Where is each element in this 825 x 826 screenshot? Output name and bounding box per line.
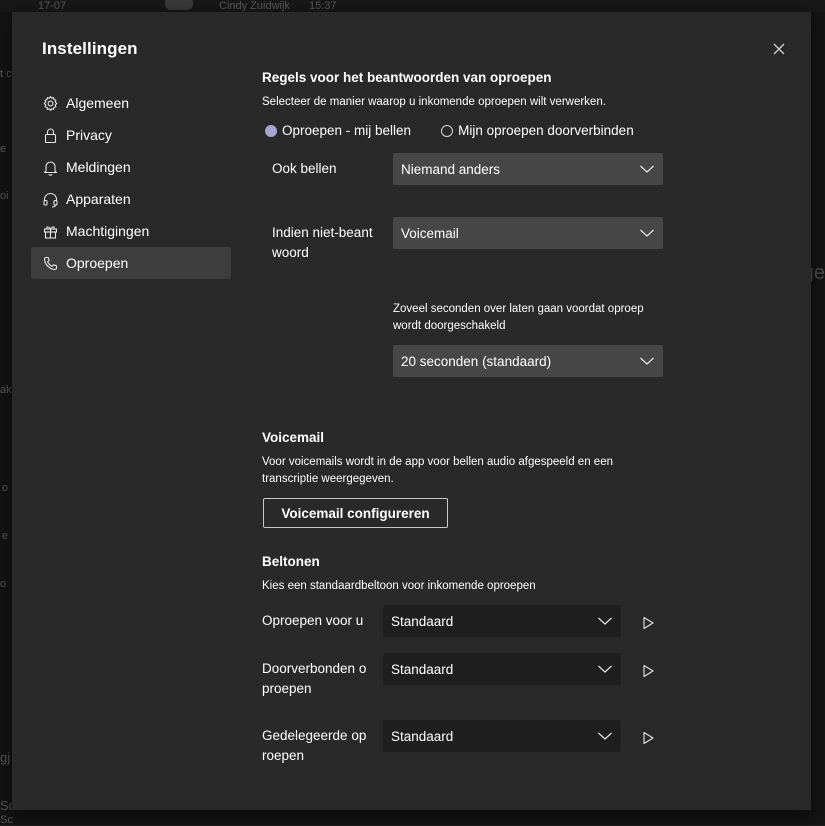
chevron-down-icon bbox=[639, 161, 655, 177]
ringtones-heading: Beltonen bbox=[262, 554, 320, 569]
play-icon bbox=[643, 731, 654, 745]
ringtones-description: Kies een standaardbeltoon voor inkomende… bbox=[262, 580, 536, 592]
play-ringtone-button[interactable] bbox=[641, 664, 655, 678]
sidebar-item-oproepen[interactable]: Oproepen bbox=[31, 247, 231, 279]
call-handling-radio-group: Oproepen - mij bellen Mijn oproepen door… bbox=[265, 123, 664, 138]
background-date: 17-07 bbox=[38, 0, 67, 12]
background-fragment: t c bbox=[0, 68, 12, 80]
background-topbar bbox=[0, 0, 825, 12]
ringtone-label-delegated-calls: Gedelegeerde op roepen bbox=[262, 728, 367, 763]
ringtone-dropdown-delegated-calls[interactable]: Standaard bbox=[383, 720, 621, 752]
unanswered-label: Indien niet-beant woord bbox=[272, 225, 373, 260]
play-ringtone-button[interactable] bbox=[641, 616, 655, 630]
chevron-down-icon bbox=[597, 613, 613, 629]
sidebar-item-label: Apparaten bbox=[66, 191, 131, 207]
background-fragment: Sc bbox=[0, 814, 13, 826]
bell-icon bbox=[42, 159, 59, 176]
background-fragment: e bbox=[2, 530, 9, 542]
background-fragment: e bbox=[0, 143, 7, 155]
dropdown-value: Standaard bbox=[391, 661, 454, 677]
gift-icon bbox=[42, 223, 59, 240]
call-rules-description: Selecteer de manier waarop u inkomende o… bbox=[262, 96, 606, 108]
sidebar-item-meldingen[interactable]: Meldingen bbox=[31, 151, 231, 183]
ringtone-dropdown-calls-for-you[interactable]: Standaard bbox=[383, 605, 621, 637]
radio-label: Oproepen - mij bellen bbox=[282, 123, 412, 138]
play-icon bbox=[643, 664, 654, 678]
chevron-down-icon bbox=[639, 225, 655, 241]
sidebar-item-machtigingen[interactable]: Machtigingen bbox=[31, 215, 231, 247]
chevron-down-icon bbox=[639, 353, 655, 369]
configure-voicemail-button[interactable]: Voicemail configureren bbox=[263, 498, 448, 528]
radio-forward-calls[interactable]: Mijn oproepen doorverbinden bbox=[441, 123, 634, 138]
sidebar-item-label: Privacy bbox=[66, 127, 112, 143]
dropdown-value: 20 seconden (standaard) bbox=[401, 353, 552, 369]
dropdown-value: Standaard bbox=[391, 613, 454, 629]
settings-sidebar: Algemeen Privacy Meldingen Apparaten Mac… bbox=[31, 87, 231, 279]
play-ringtone-button[interactable] bbox=[641, 731, 655, 745]
ring-duration-dropdown[interactable]: 20 seconden (standaard) bbox=[393, 345, 663, 377]
sidebar-item-algemeen[interactable]: Algemeen bbox=[31, 87, 231, 119]
headset-icon bbox=[42, 191, 59, 208]
sidebar-item-label: Algemeen bbox=[66, 95, 130, 111]
sidebar-item-label: Machtigingen bbox=[66, 223, 150, 239]
background-avatar bbox=[165, 0, 193, 10]
dropdown-value: Niemand anders bbox=[401, 161, 501, 177]
radio-label: Mijn oproepen doorverbinden bbox=[458, 123, 634, 138]
radio-selected-indicator bbox=[265, 124, 277, 137]
ring-duration-description: Zoveel seconden over laten gaan voordat … bbox=[393, 303, 644, 332]
phone-icon bbox=[42, 255, 59, 272]
voicemail-description: Voor voicemails wordt in de app voor bel… bbox=[262, 456, 613, 485]
gear-icon bbox=[42, 95, 59, 112]
ringtone-label-forwarded-calls: Doorverbonden o proepen bbox=[262, 661, 367, 696]
call-rules-heading: Regels voor het beantwoorden van oproepe… bbox=[262, 70, 552, 85]
background-fragment: gj bbox=[0, 750, 11, 765]
also-ring-label: Ook bellen bbox=[272, 161, 337, 176]
chevron-down-icon bbox=[597, 661, 613, 677]
calls-settings-panel: Regels voor het beantwoorden van oproepe… bbox=[262, 12, 782, 810]
background-fragment: ak bbox=[0, 384, 12, 396]
sidebar-item-label: Meldingen bbox=[66, 159, 131, 175]
sidebar-item-apparaten[interactable]: Apparaten bbox=[31, 183, 231, 215]
background-sender: Cindy Zuidwijk bbox=[219, 0, 290, 12]
background-time: 15:37 bbox=[309, 0, 337, 12]
ringtone-label-calls-for-you: Oproepen voor u bbox=[262, 613, 364, 628]
background-fragment: o bbox=[0, 578, 7, 590]
chevron-down-icon bbox=[597, 728, 613, 744]
settings-dialog: Instellingen Algemeen Privacy Meldingen bbox=[12, 12, 811, 810]
also-ring-dropdown[interactable]: Niemand anders bbox=[393, 153, 663, 185]
lock-icon bbox=[42, 127, 59, 144]
sidebar-item-privacy[interactable]: Privacy bbox=[31, 119, 231, 151]
dialog-title: Instellingen bbox=[42, 39, 138, 58]
background-fragment: o bbox=[2, 482, 9, 494]
unanswered-dropdown[interactable]: Voicemail bbox=[393, 217, 663, 249]
sidebar-item-label: Oproepen bbox=[66, 255, 129, 271]
play-icon bbox=[643, 616, 654, 630]
dropdown-value: Standaard bbox=[391, 728, 454, 744]
ringtone-dropdown-forwarded-calls[interactable]: Standaard bbox=[383, 653, 621, 685]
dropdown-value: Voicemail bbox=[401, 225, 459, 241]
voicemail-heading: Voicemail bbox=[262, 430, 325, 445]
radio-ring-me[interactable]: Oproepen - mij bellen bbox=[265, 123, 411, 138]
radio-unselected-indicator bbox=[441, 124, 454, 137]
